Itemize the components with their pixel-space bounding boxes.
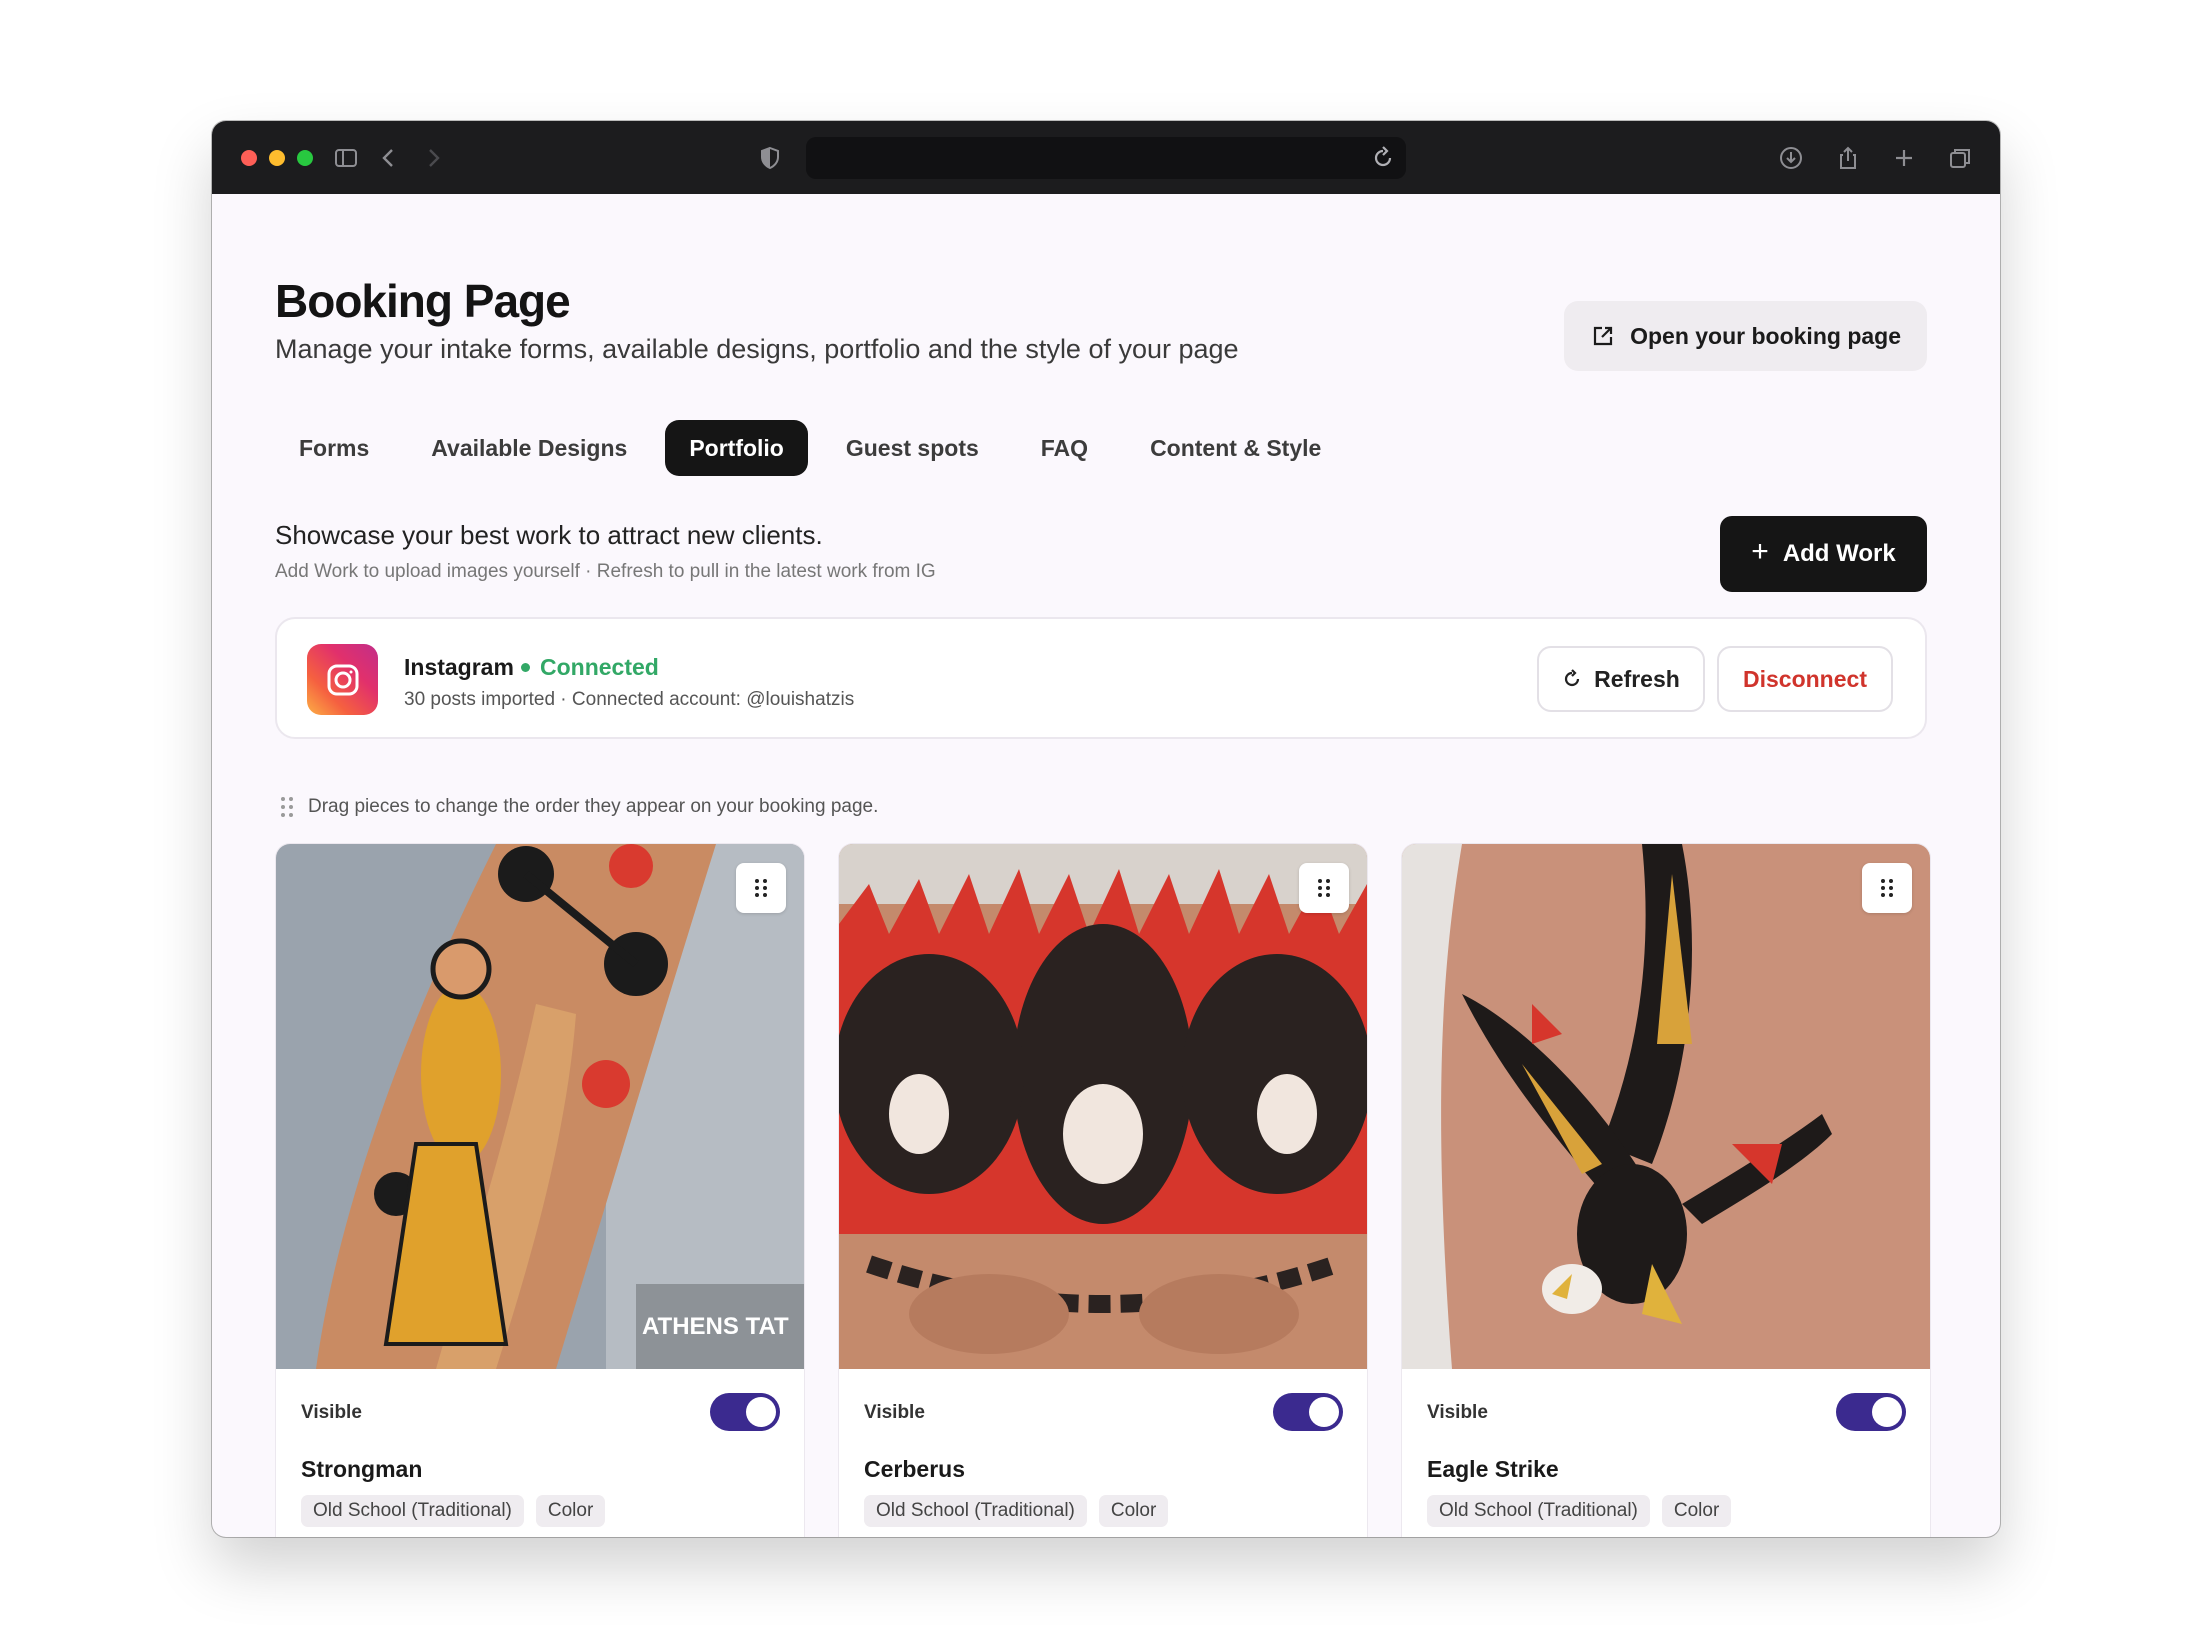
instagram-icon xyxy=(307,644,378,715)
tattoo-image-eagle-strike xyxy=(1402,844,1930,1369)
tab-forms[interactable]: Forms xyxy=(275,420,393,476)
connection-status: Connected xyxy=(521,654,659,681)
toggle-knob xyxy=(746,1397,776,1427)
refresh-icon xyxy=(1565,669,1580,687)
style-tag: Color xyxy=(1098,1495,1169,1527)
toggle-knob xyxy=(1872,1397,1902,1427)
tag-list: Old School (Traditional) Color xyxy=(1427,1495,1732,1527)
sidebar-icon[interactable] xyxy=(329,141,363,175)
zoom-window-button[interactable] xyxy=(297,150,313,166)
style-tag: Old School (Traditional) xyxy=(1427,1495,1650,1527)
style-tag: Old School (Traditional) xyxy=(864,1495,1087,1527)
close-window-button[interactable] xyxy=(241,150,257,166)
status-dot xyxy=(521,663,530,672)
forward-icon[interactable] xyxy=(416,141,450,175)
instagram-connection-card: Instagram Connected 30 posts imported · … xyxy=(275,617,1927,739)
card-title: Cerberus xyxy=(864,1456,965,1482)
watermark-text: ATHENS TAT xyxy=(642,1313,789,1340)
add-work-label: Add Work xyxy=(1782,540,1896,567)
tab-content-style[interactable]: Content & Style xyxy=(1126,420,1345,476)
instagram-meta: 30 posts imported · Connected account: @… xyxy=(404,689,855,710)
drag-handle-icon[interactable] xyxy=(736,863,786,913)
external-link-icon xyxy=(1593,326,1613,346)
visibility-toggle[interactable] xyxy=(710,1393,780,1431)
page-subtitle: Manage your intake forms, available desi… xyxy=(275,334,1239,364)
tab-faq[interactable]: FAQ xyxy=(1017,420,1112,476)
new-tab-icon[interactable] xyxy=(1887,141,1921,175)
portfolio-card[interactable]: Visible Eagle Strike Old School (Traditi… xyxy=(1402,844,1930,1537)
minimize-window-button[interactable] xyxy=(269,150,285,166)
portfolio-card[interactable]: ATHENS TAT Visible Strongman Old School … xyxy=(276,844,804,1537)
refresh-button[interactable]: Refresh xyxy=(1537,646,1705,712)
drag-handle-icon[interactable] xyxy=(1299,863,1349,913)
portfolio-subheading: Add Work to upload images yourself · Ref… xyxy=(275,561,936,582)
browser-window: Booking Page Manage your intake forms, a… xyxy=(212,121,2000,1537)
tattoo-image-strongman: ATHENS TAT xyxy=(276,844,804,1369)
tag-list: Old School (Traditional) Color xyxy=(301,1495,606,1527)
tattoo-image-cerberus xyxy=(839,844,1367,1369)
disconnect-button[interactable]: Disconnect xyxy=(1717,646,1893,712)
tab-available-designs[interactable]: Available Designs xyxy=(407,420,651,476)
visibility-toggle[interactable] xyxy=(1836,1393,1906,1431)
portfolio-card[interactable]: Visible Cerberus Old School (Traditional… xyxy=(839,844,1367,1537)
tab-bar: Forms Available Designs Portfolio Guest … xyxy=(275,420,1359,476)
visibility-toggle[interactable] xyxy=(1273,1393,1343,1431)
tag-list: Old School (Traditional) Color xyxy=(864,1495,1169,1527)
drag-hint: Drag pieces to change the order they app… xyxy=(280,796,878,818)
open-booking-page-label: Open your booking page xyxy=(1630,322,1901,349)
drag-handle-icon xyxy=(281,797,293,817)
page-title: Booking Page xyxy=(275,275,571,327)
drag-handle-icon[interactable] xyxy=(1862,863,1912,913)
style-tag: Color xyxy=(1661,1495,1732,1527)
drag-hint-text: Drag pieces to change the order they app… xyxy=(308,796,879,817)
visible-label: Visible xyxy=(1427,1402,1488,1423)
back-icon[interactable] xyxy=(372,141,406,175)
plus-icon: + xyxy=(1751,535,1769,568)
browser-toolbar xyxy=(212,121,2000,194)
tabs-overview-icon[interactable] xyxy=(1943,141,1977,175)
address-bar[interactable] xyxy=(806,137,1406,179)
card-title: Strongman xyxy=(301,1456,423,1482)
reload-icon[interactable] xyxy=(1370,145,1396,171)
shield-icon[interactable] xyxy=(753,141,787,175)
connection-status-label: Connected xyxy=(540,654,659,680)
share-icon[interactable] xyxy=(1831,141,1865,175)
style-tag: Old School (Traditional) xyxy=(301,1495,524,1527)
refresh-label: Refresh xyxy=(1594,665,1680,692)
tab-portfolio[interactable]: Portfolio xyxy=(665,420,808,476)
add-work-button[interactable]: + Add Work xyxy=(1720,516,1927,592)
toggle-knob xyxy=(1309,1397,1339,1427)
tab-guest-spots[interactable]: Guest spots xyxy=(822,420,1003,476)
open-booking-page-button[interactable]: Open your booking page xyxy=(1564,301,1927,371)
instagram-name: Instagram xyxy=(404,654,514,680)
download-icon[interactable] xyxy=(1774,141,1808,175)
visible-label: Visible xyxy=(864,1402,925,1423)
card-title: Eagle Strike xyxy=(1427,1456,1559,1482)
page-content: Booking Page Manage your intake forms, a… xyxy=(212,194,2000,1537)
style-tag: Color xyxy=(535,1495,606,1527)
visible-label: Visible xyxy=(301,1402,362,1423)
portfolio-heading: Showcase your best work to attract new c… xyxy=(275,520,823,550)
